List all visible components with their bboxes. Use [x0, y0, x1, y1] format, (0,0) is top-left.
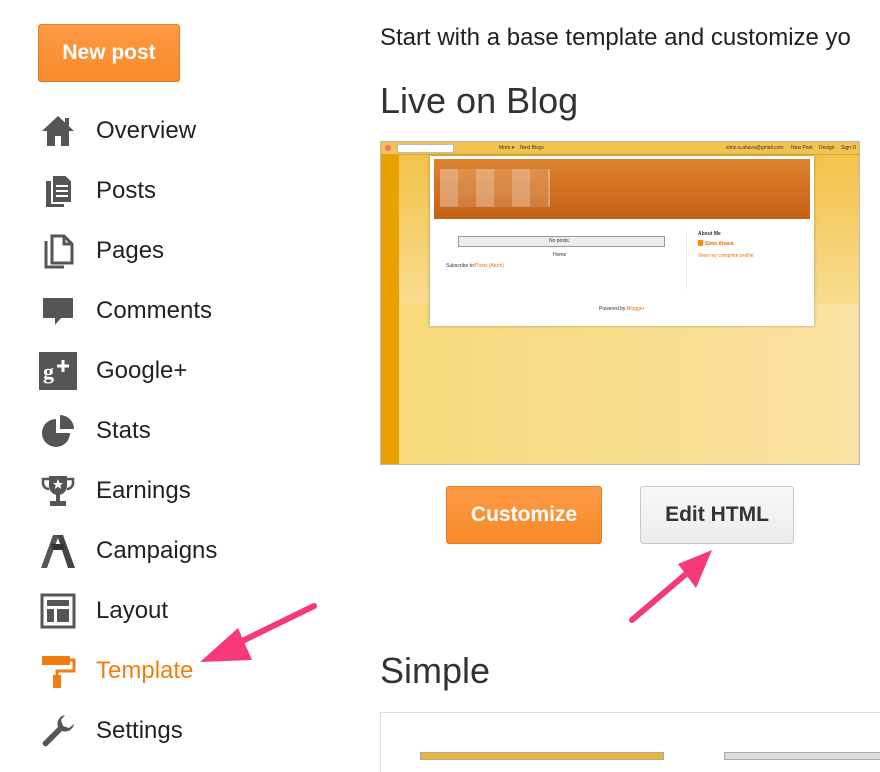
posts-icon: [38, 171, 78, 211]
customize-button[interactable]: Customize: [446, 486, 602, 544]
preview-search-box: [397, 144, 454, 153]
preview-nav-more: More ▾: [499, 145, 515, 151]
new-post-button[interactable]: New post: [38, 24, 180, 82]
template-thumbnail[interactable]: [724, 752, 880, 760]
sidebar-item-label: Template: [96, 657, 194, 684]
trophy-icon: [38, 471, 78, 511]
comment-icon: [38, 291, 78, 331]
live-on-blog-heading: Live on Blog: [380, 80, 579, 121]
preview-no-posts: No posts.: [549, 238, 571, 244]
adwords-icon: [38, 531, 78, 571]
sidebar-item-label: Campaigns: [96, 537, 218, 564]
sidebar-item-label: Layout: [96, 597, 169, 624]
preview-email: simo.a.ahava@gmail.com: [726, 145, 784, 151]
sidebar-item-google-plus[interactable]: g Google+: [38, 341, 338, 401]
preview-powered-by: Powered by: [599, 306, 626, 312]
sidebar-item-stats[interactable]: Stats: [38, 401, 338, 461]
preview-home: Home: [553, 252, 567, 258]
preview-divider: [686, 230, 687, 290]
layout-icon: [38, 591, 78, 631]
sidebar-item-label: Overview: [96, 117, 197, 144]
preview-blogger-link: Blogger: [627, 306, 645, 312]
preview-author: Simo Ahava: [705, 241, 734, 247]
simple-heading: Simple: [380, 650, 491, 691]
preview-profile-link: View my complete profile: [698, 253, 754, 259]
preview-header: [434, 159, 810, 219]
sidebar-item-label: Settings: [96, 717, 183, 744]
template-thumbnail[interactable]: [420, 752, 664, 760]
sidebar-item-campaigns[interactable]: Campaigns: [38, 521, 338, 581]
template-preview[interactable]: More ▾ Next Blog» simo.a.ahava@gmail.com…: [380, 141, 860, 465]
blogger-logo-icon: [385, 145, 391, 151]
wrench-icon: [38, 711, 78, 751]
sidebar-item-label: Google+: [96, 357, 188, 384]
paint-roller-icon: [38, 651, 78, 691]
google-plus-icon: g: [38, 351, 78, 391]
sidebar-item-settings[interactable]: Settings: [38, 701, 338, 761]
preview-nav-next: Next Blog»: [520, 145, 545, 151]
svg-text:g: g: [43, 359, 54, 384]
preview-about-me: About Me: [698, 231, 721, 237]
preview-design: Design: [819, 145, 835, 151]
sidebar-item-posts[interactable]: Posts: [38, 161, 338, 221]
preview-new-post: New Post: [791, 145, 813, 151]
sidebar-item-label: Posts: [96, 177, 157, 204]
sidebar-item-label: Earnings: [96, 477, 191, 504]
pie-chart-icon: [38, 411, 78, 451]
preview-navbar: More ▾ Next Blog» simo.a.ahava@gmail.com…: [381, 142, 859, 155]
intro-text: Start with a base template and customize…: [380, 24, 851, 51]
sidebar-item-pages[interactable]: Pages: [38, 221, 338, 281]
sidebar-item-comments[interactable]: Comments: [38, 281, 338, 341]
preview-subscribe: Subscribe to:: [446, 263, 476, 269]
pages-icon: [38, 231, 78, 271]
annotation-arrow-edit-html: [629, 550, 712, 623]
edit-html-button[interactable]: Edit HTML: [640, 486, 794, 544]
preview-subscribe-link: Posts (Atom): [475, 263, 504, 269]
preview-page: No posts. Home Subscribe to: Posts (Atom…: [430, 156, 814, 326]
sidebar-item-label: Pages: [96, 237, 165, 264]
preview-sign-out: Sign O: [841, 145, 857, 151]
preview-no-posts-box: No posts.: [458, 236, 665, 247]
home-icon: [38, 111, 78, 151]
sidebar-item-overview[interactable]: Overview: [38, 101, 338, 161]
sidebar-item-earnings[interactable]: Earnings: [38, 461, 338, 521]
preview-blurred-title: [440, 169, 550, 207]
sidebar-item-template[interactable]: Template: [38, 641, 338, 701]
sidebar-item-label: Stats: [96, 417, 151, 444]
simple-templates-panel: [380, 712, 880, 772]
sidebar-item-layout[interactable]: Layout: [38, 581, 338, 641]
sidebar-item-label: Comments: [96, 297, 213, 324]
blogger-profile-icon: [698, 240, 703, 246]
